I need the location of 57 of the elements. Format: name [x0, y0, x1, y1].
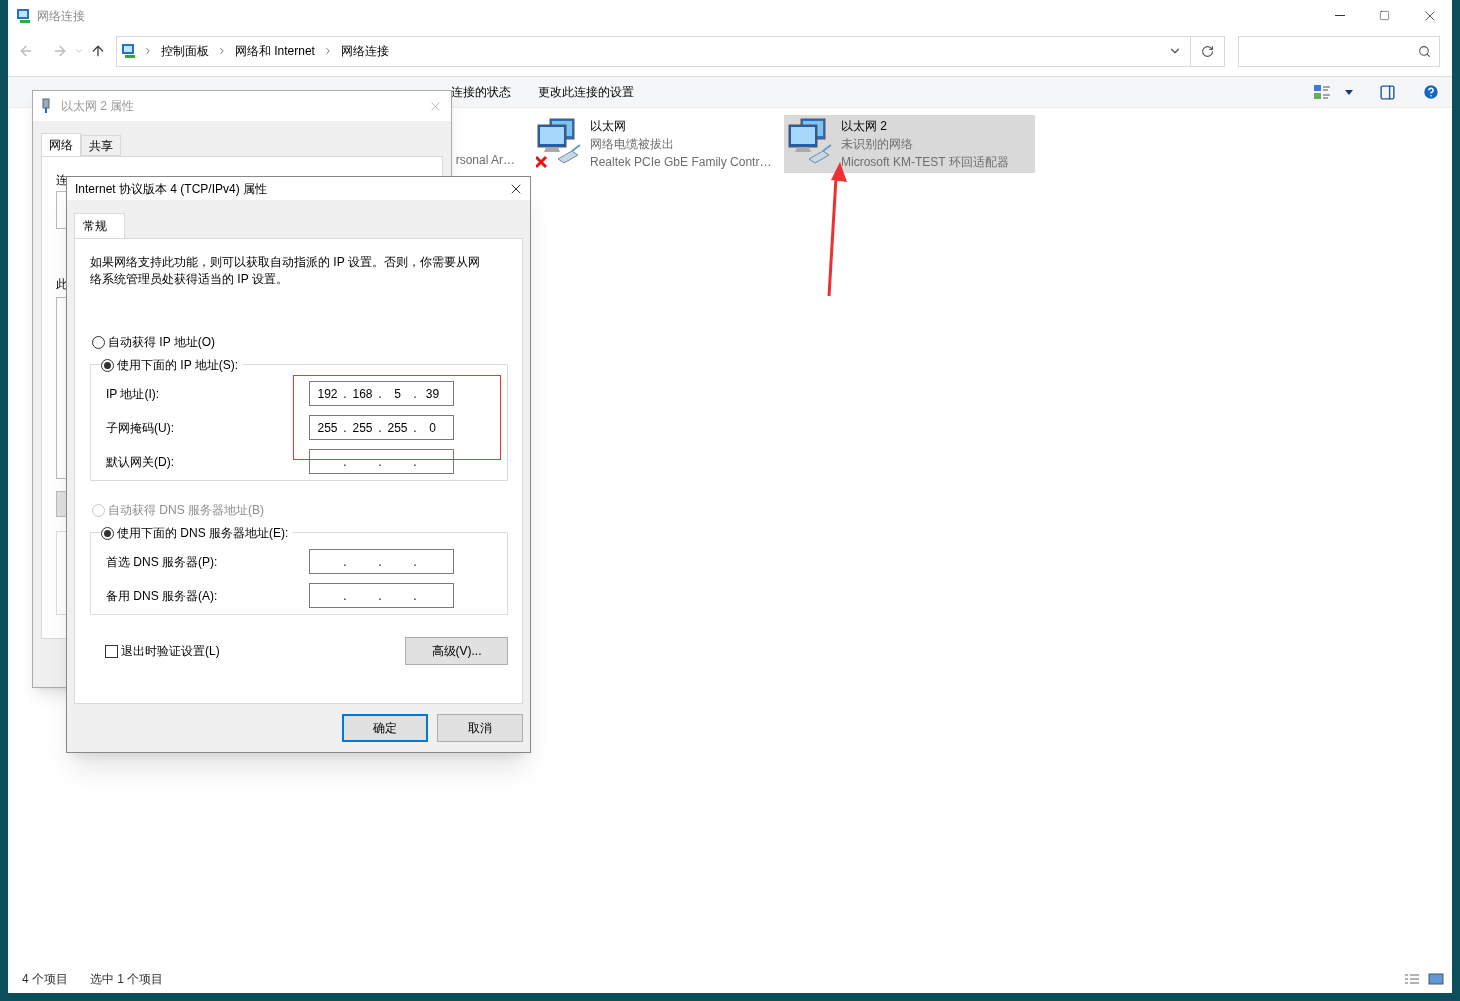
selection-count: 选中 1 个项目 [90, 970, 164, 988]
dialog-title: 以太网 2 属性 [61, 98, 135, 115]
network-folder-icon [120, 43, 137, 59]
maximize-icon [1379, 10, 1390, 21]
radio-option[interactable]: 使用下面的 DNS 服务器地址(E): [101, 524, 293, 542]
breadcrumb-item[interactable]: 控制面板 [158, 42, 211, 60]
field-label: 备用 DNS 服务器(A): [106, 587, 219, 605]
large-icons-view-icon[interactable] [1428, 972, 1444, 985]
refresh-icon [1201, 44, 1215, 58]
view-options-icon[interactable] [1313, 84, 1331, 100]
breadcrumb-item[interactable]: 网络连接 [338, 42, 391, 60]
breadcrumb-item[interactable]: 网络和 Internet [232, 42, 317, 60]
connection-name: 以太网 2 [841, 118, 888, 135]
caret-icon[interactable] [1345, 89, 1353, 95]
advanced-button[interactable]: 高级(V)... [405, 637, 508, 665]
help-icon [1422, 83, 1440, 101]
ip-address-field[interactable]: . . . [309, 549, 454, 574]
field-label: 首选 DNS 服务器(P): [106, 553, 219, 571]
network-folder-icon [16, 7, 32, 24]
connection-status: 网络电缆被拔出 [590, 136, 675, 153]
toolbar-command[interactable]: 连接的状态 [451, 83, 511, 101]
dialog-tab[interactable]: 网络 [41, 133, 81, 156]
validate-checkbox[interactable]: 退出时验证设置(L) [105, 642, 220, 660]
dialog-tab[interactable]: 共享 [81, 135, 121, 156]
search-icon [1418, 44, 1431, 58]
ip-address-field[interactable]: 255 . 255 . 255 . 0 [309, 415, 454, 440]
toolbar-command[interactable]: 更改此连接的设置 [538, 83, 634, 101]
ip-address-field[interactable]: 192 . 168 . 5 . 39 [309, 381, 454, 406]
adapter-name: Microsoft KM-TEST 环回适配器 [841, 154, 1009, 171]
search-field[interactable] [1238, 35, 1440, 67]
field-label: IP 地址(I): [106, 385, 161, 403]
field-label: 子网掩码(U): [106, 419, 175, 437]
dialog-tab[interactable]: 常规 [74, 213, 125, 238]
radio-option[interactable]: 使用下面的 IP 地址(S): [101, 356, 243, 374]
adapter-name: Realtek PCIe GbE Family Contr… [590, 154, 772, 171]
item-count: 4 个项目 [22, 970, 68, 988]
recent-icon [73, 46, 84, 56]
connection-item[interactable]: 以太网 2 未识别的网络 Microsoft KM-TEST 环回适配器 [784, 115, 1035, 173]
ip-address-field[interactable]: . . . [309, 583, 454, 608]
description-text: 如果网络支持此功能，则可以获取自动指派的 IP 设置。否则，你需要从网络系统管理员处获得适当的 IP 设置。 [90, 254, 481, 288]
connection-status: 未识别的网络 [841, 136, 914, 153]
dialog-button[interactable]: 确定 [342, 714, 428, 742]
ethernet-plug-icon [41, 98, 51, 114]
back-icon [18, 43, 34, 59]
window-title: 网络连接 [37, 7, 85, 25]
preview-pane-icon [1379, 83, 1396, 101]
refresh-button[interactable] [1191, 35, 1226, 67]
details-view-icon[interactable] [1404, 972, 1420, 985]
connection-item[interactable]: 以太网 网络电缆被拔出 Realtek PCIe GbE Family Contr… [533, 115, 784, 173]
dialog-title: Internet 协议版本 4 (TCP/IPv4) 属性 [75, 180, 268, 198]
ip-address-field[interactable]: . . . [309, 449, 454, 474]
dialog-button[interactable]: 取消 [437, 714, 523, 742]
address-bar[interactable]: 控制面板 网络和 Internet 网络连接 [115, 35, 1192, 67]
section-label: 连 [56, 172, 68, 189]
connection-name: 以太网 [590, 118, 627, 135]
minimize-icon [1334, 15, 1345, 16]
field-label: 默认网关(D): [106, 453, 175, 471]
